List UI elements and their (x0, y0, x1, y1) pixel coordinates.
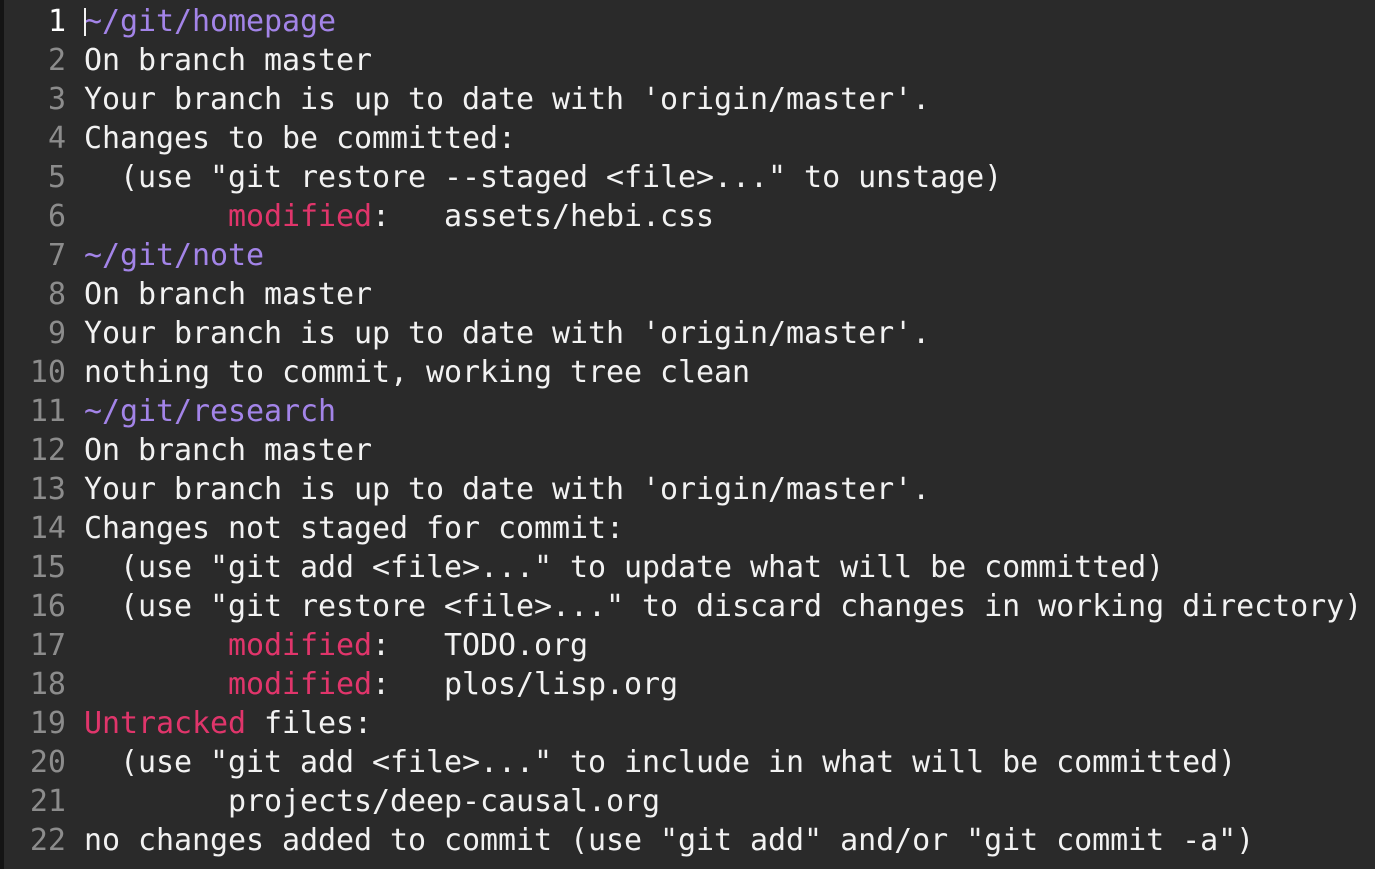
line-number: 7 (47, 238, 66, 273)
line-text[interactable]: On branch master (84, 275, 372, 314)
text-segment: no changes added to commit (use "git add… (84, 823, 1255, 858)
line-text[interactable]: (use "git restore <file>..." to discard … (84, 587, 1362, 626)
line-number: 11 (29, 394, 66, 429)
line-number: 3 (47, 82, 66, 117)
status-keyword: modified (228, 667, 373, 702)
line-text[interactable]: ~/git/homepage (84, 2, 336, 41)
line-text[interactable]: no changes added to commit (use "git add… (84, 821, 1254, 860)
line-number: 22 (29, 823, 66, 858)
text-cursor (84, 8, 86, 36)
line-number: 9 (47, 316, 66, 351)
line-text[interactable]: On branch master (84, 431, 372, 470)
text-segment: On branch master (84, 277, 373, 312)
text-segment (84, 667, 228, 702)
line-number: 13 (29, 472, 66, 507)
text-segment: nothing to commit, working tree clean (84, 355, 751, 390)
editor-line[interactable]: 20 (use "git add <file>..." to include i… (4, 743, 1375, 782)
editor-line[interactable]: 4 Changes to be committed: (4, 119, 1375, 158)
editor-line[interactable]: 2 On branch master (4, 41, 1375, 80)
text-segment: (use "git add <file>..." to update what … (84, 550, 1165, 585)
line-number: 12 (29, 433, 66, 468)
line-number: 4 (47, 121, 66, 156)
editor-line[interactable]: 14 Changes not staged for commit: (4, 509, 1375, 548)
text-segment: : assets/hebi.css (372, 199, 715, 234)
text-segment: On branch master (84, 43, 373, 78)
status-keyword: modified (228, 628, 373, 663)
editor-line[interactable]: 22 no changes added to commit (use "git a… (4, 821, 1375, 860)
line-text[interactable]: Your branch is up to date with 'origin/m… (84, 470, 930, 509)
line-number: 8 (47, 277, 66, 312)
editor-line[interactable]: 9 Your branch is up to date with 'origin/… (4, 314, 1375, 353)
line-number: 1 (47, 4, 66, 39)
repo-path: ~/git/homepage (84, 4, 337, 39)
line-text[interactable]: ~/git/note (84, 236, 264, 275)
text-segment: Your branch is up to date with 'origin/m… (84, 82, 931, 117)
editor-line[interactable]: 11 ~/git/research (4, 392, 1375, 431)
line-text[interactable]: Your branch is up to date with 'origin/m… (84, 80, 930, 119)
line-text[interactable]: modified: assets/hebi.css (84, 197, 714, 236)
line-number: 14 (29, 511, 66, 546)
line-text[interactable]: Your branch is up to date with 'origin/m… (84, 314, 930, 353)
editor-line[interactable]: 10 nothing to commit, working tree clean (4, 353, 1375, 392)
text-segment: On branch master (84, 433, 373, 468)
text-segment: Changes not staged for commit: (84, 511, 625, 546)
line-text[interactable]: projects/deep-causal.org (84, 782, 660, 821)
line-number: 15 (29, 550, 66, 585)
line-number: 21 (29, 784, 66, 819)
text-editor[interactable]: 1 ~/git/homepage 2 On branch master 3 Your br… (0, 0, 1375, 869)
line-number: 2 (47, 43, 66, 78)
repo-path: ~/git/note (84, 238, 265, 273)
editor-line[interactable]: 15 (use "git add <file>..." to update wh… (4, 548, 1375, 587)
editor-line[interactable]: 13 Your branch is up to date with 'origin… (4, 470, 1375, 509)
status-keyword: Untracked (84, 706, 247, 741)
text-segment: Your branch is up to date with 'origin/m… (84, 316, 931, 351)
repo-path: ~/git/research (84, 394, 337, 429)
editor-line[interactable]: 1 ~/git/homepage (4, 2, 1375, 41)
text-segment: files: (246, 706, 373, 741)
text-segment: Changes to be committed: (84, 121, 517, 156)
text-segment (84, 199, 228, 234)
line-number: 19 (29, 706, 66, 741)
editor-line[interactable]: 3 Your branch is up to date with 'origin/… (4, 80, 1375, 119)
line-number: 20 (29, 745, 66, 780)
editor-line[interactable]: 7 ~/git/note (4, 236, 1375, 275)
text-segment: : plos/lisp.org (372, 667, 679, 702)
line-text[interactable]: Untracked files: (84, 704, 372, 743)
line-number: 17 (29, 628, 66, 663)
editor-line[interactable]: 21 projects/deep-causal.org (4, 782, 1375, 821)
line-text[interactable]: (use "git add <file>..." to update what … (84, 548, 1164, 587)
line-text[interactable]: Changes not staged for commit: (84, 509, 624, 548)
text-segment: projects/deep-causal.org (84, 784, 661, 819)
line-text[interactable]: Changes to be committed: (84, 119, 516, 158)
line-text[interactable]: ~/git/research (84, 392, 336, 431)
text-segment: (use "git add <file>..." to include in w… (84, 745, 1237, 780)
line-number: 18 (29, 667, 66, 702)
line-number: 16 (29, 589, 66, 624)
line-text[interactable]: modified: plos/lisp.org (84, 665, 678, 704)
text-segment: Your branch is up to date with 'origin/m… (84, 472, 931, 507)
editor-lines[interactable]: 1 ~/git/homepage 2 On branch master 3 Your br… (4, 2, 1375, 860)
status-keyword: modified (228, 199, 373, 234)
line-text[interactable]: (use "git restore --staged <file>..." to… (84, 158, 1002, 197)
text-segment: (use "git restore <file>..." to discard … (84, 589, 1363, 624)
editor-line[interactable]: 8 On branch master (4, 275, 1375, 314)
line-text[interactable]: On branch master (84, 41, 372, 80)
text-segment: (use "git restore --staged <file>..." to… (84, 160, 1003, 195)
line-number: 10 (29, 355, 66, 390)
text-segment: : TODO.org (372, 628, 589, 663)
line-number: 5 (47, 160, 66, 195)
editor-line[interactable]: 6 modified: assets/hebi.css (4, 197, 1375, 236)
editor-line[interactable]: 18 modified: plos/lisp.org (4, 665, 1375, 704)
line-number: 6 (47, 199, 66, 234)
editor-line[interactable]: 19 Untracked files: (4, 704, 1375, 743)
line-text[interactable]: (use "git add <file>..." to include in w… (84, 743, 1236, 782)
line-text[interactable]: modified: TODO.org (84, 626, 588, 665)
editor-line[interactable]: 5 (use "git restore --staged <file>..." … (4, 158, 1375, 197)
editor-line[interactable]: 17 modified: TODO.org (4, 626, 1375, 665)
editor-line[interactable]: 12 On branch master (4, 431, 1375, 470)
text-segment (84, 628, 228, 663)
editor-line[interactable]: 16 (use "git restore <file>..." to disca… (4, 587, 1375, 626)
line-text[interactable]: nothing to commit, working tree clean (84, 353, 750, 392)
